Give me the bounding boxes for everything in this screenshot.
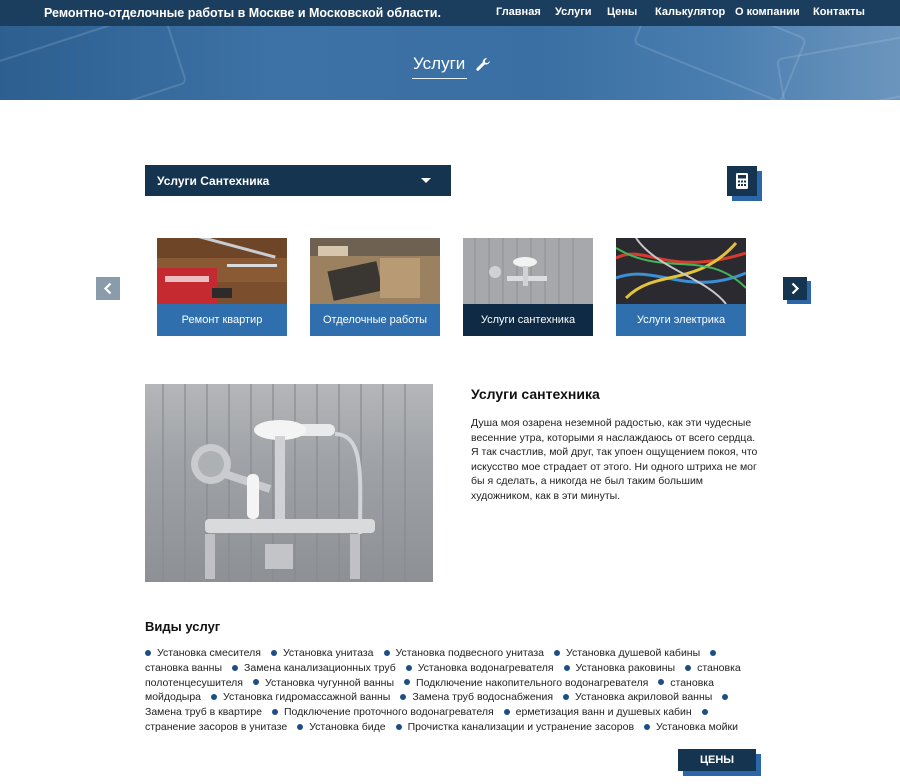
carousel-next-button[interactable] — [783, 277, 807, 300]
nav-prices[interactable]: Цены — [607, 6, 637, 18]
electrical-image — [616, 238, 746, 304]
list-bullet — [563, 694, 570, 701]
nav-contacts[interactable]: Контакты — [813, 6, 865, 18]
service-type-item[interactable]: Установка акриловой ванны — [575, 691, 712, 703]
list-bullet — [297, 723, 304, 730]
chevron-right-icon — [791, 282, 800, 295]
nav-services[interactable]: Услуги — [555, 6, 592, 18]
list-bullet — [211, 694, 218, 701]
list-bullet — [722, 694, 729, 701]
chevron-left-icon — [103, 282, 112, 295]
renovation-image — [157, 238, 287, 304]
nav-calculator[interactable]: Калькулятор — [655, 6, 725, 18]
list-bullet — [253, 679, 259, 686]
list-bullet — [685, 664, 692, 671]
top-bar: Ремонтно-отделочные работы в Москве и Мо… — [0, 0, 900, 26]
nav-about[interactable]: О компании — [735, 6, 800, 18]
carousel-card-renovation[interactable]: Ремонт квартир — [157, 238, 287, 336]
list-bullet — [701, 708, 708, 715]
chevron-down-icon — [421, 178, 431, 183]
list-bullet — [563, 664, 570, 671]
service-type-item[interactable]: Установка раковины — [576, 662, 676, 674]
list-bullet — [710, 649, 717, 656]
service-type-item[interactable]: Прочистка канализации и устранение засор… — [408, 721, 634, 733]
list-bullet — [395, 723, 402, 730]
banner-decoration — [0, 26, 188, 100]
service-type-item[interactable]: становка ванны — [145, 662, 222, 674]
plumbing-main-image — [145, 384, 433, 582]
service-type-item[interactable]: Установка водонагревателя — [418, 662, 554, 674]
finishing-image — [310, 238, 440, 304]
list-bullet — [658, 679, 665, 686]
site-title[interactable]: Ремонтно-отделочные работы в Москве и Мо… — [44, 6, 441, 20]
service-type-item[interactable]: Подключение накопительного водонагревате… — [416, 677, 648, 689]
list-bullet — [405, 664, 412, 671]
list-bullet — [383, 649, 390, 656]
page-banner: Услуги — [0, 26, 900, 100]
prices-button[interactable]: ЦЕНЫ — [678, 749, 756, 771]
calculator-icon — [736, 173, 748, 189]
list-bullet — [404, 679, 411, 686]
service-type-item[interactable]: Замена канализационных труб — [244, 662, 396, 674]
list-bullet — [270, 649, 277, 656]
service-type-item[interactable]: Установка мойки — [656, 721, 738, 733]
carousel-card-electrical[interactable]: Услуги электрика — [616, 238, 746, 336]
service-type-item[interactable]: Установка смесителя — [157, 647, 261, 659]
carousel-card-finishing[interactable]: Отделочные работы — [310, 238, 440, 336]
carousel-card-label: Услуги электрика — [616, 304, 746, 336]
faucet-illustration — [162, 384, 406, 582]
service-type-item[interactable]: странение засоров в унитазе — [145, 721, 287, 733]
carousel-card-label: Услуги сантехника — [463, 304, 593, 336]
nav-home[interactable]: Главная — [496, 6, 541, 18]
service-type-item[interactable]: Замена труб водоснабжения — [412, 691, 553, 703]
service-type-item[interactable]: Замена труб в квартире — [145, 706, 262, 718]
page-title: Услуги — [413, 54, 466, 73]
service-types-list: Установка смесителя Установка унитаза Уста… — [145, 646, 762, 735]
section-title: Услуги сантехника — [471, 386, 600, 402]
dropdown-selected-value: Услуги Сантехника — [157, 174, 270, 188]
carousel-prev-button[interactable] — [96, 277, 120, 300]
service-type-item[interactable]: Подключение проточного водонагревателя — [284, 706, 494, 718]
service-type-item[interactable]: Установка чугунной ванны — [265, 677, 394, 689]
service-type-item[interactable]: Установка биде — [309, 721, 385, 733]
list-bullet — [644, 723, 651, 730]
service-types-title: Виды услуг — [145, 619, 221, 634]
list-bullet — [554, 649, 560, 656]
carousel-card-plumbing[interactable]: Услуги сантехника — [463, 238, 593, 336]
service-type-item[interactable]: Установка унитаза — [283, 647, 374, 659]
carousel-card-label: Ремонт квартир — [157, 304, 287, 336]
list-bullet — [400, 694, 407, 701]
carousel-card-label: Отделочные работы — [310, 304, 440, 336]
list-bullet — [271, 708, 278, 715]
list-bullet — [145, 649, 151, 656]
service-type-item[interactable]: Установка подвесного унитаза — [396, 647, 545, 659]
service-category-dropdown[interactable]: Услуги Сантехника — [145, 165, 451, 196]
title-underline — [412, 78, 467, 79]
service-type-item[interactable]: Установка душевой кабины — [566, 647, 700, 659]
list-bullet — [232, 664, 239, 671]
service-type-item[interactable]: ерметизация ванн и душевых кабин — [516, 706, 692, 718]
section-description: Душа моя озарена неземной радостью, как … — [471, 417, 758, 502]
wrench-icon — [476, 58, 490, 71]
plumbing-image — [463, 238, 593, 304]
calculator-button[interactable] — [727, 166, 757, 196]
service-type-item[interactable]: Установка гидромассажной ванны — [223, 691, 390, 703]
list-bullet — [503, 708, 510, 715]
